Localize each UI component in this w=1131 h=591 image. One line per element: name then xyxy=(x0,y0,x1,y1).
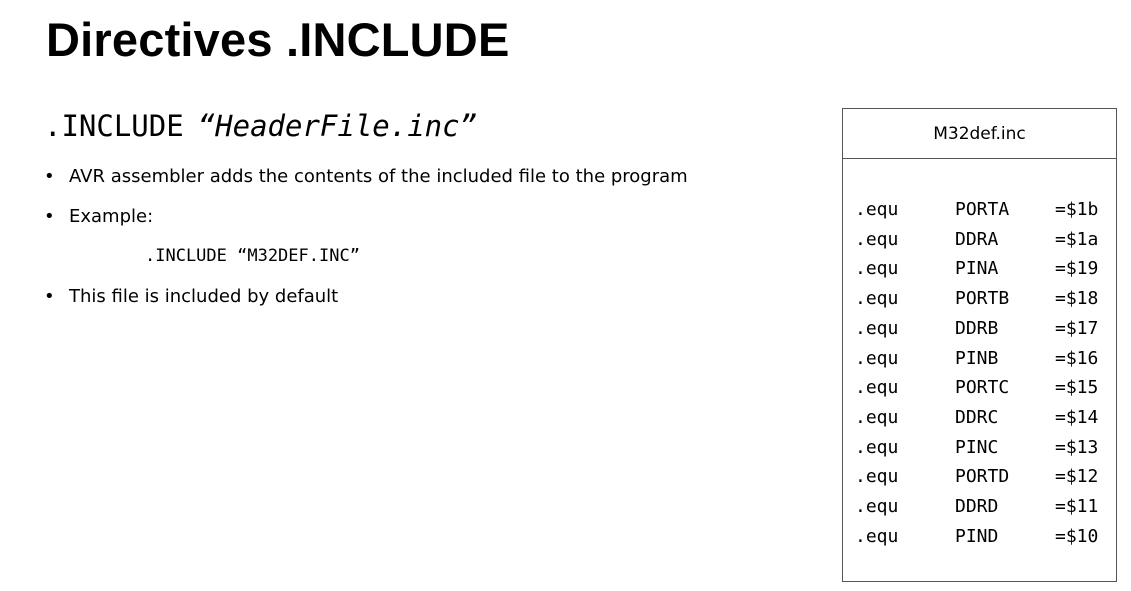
equ-value: =$11 xyxy=(1055,496,1099,518)
include-directive-line: .INCLUDE “HeaderFile.inc” xyxy=(44,106,477,146)
equ-row: .equ PORTB =$18 xyxy=(855,284,1115,314)
equ-value: =$14 xyxy=(1055,406,1099,428)
equ-row: .equ DDRB =$17 xyxy=(855,314,1115,344)
equ-value: =$19 xyxy=(1055,258,1099,280)
equ-value: =$16 xyxy=(1055,347,1099,369)
equ-row: .equ PIND =$10 xyxy=(855,522,1115,552)
equ-value: =$15 xyxy=(1055,377,1099,399)
bullet-included-by-default: This file is included by default xyxy=(44,283,804,310)
equ-register-name: PINA xyxy=(955,258,999,280)
include-filename: “HeaderFile.inc” xyxy=(197,109,478,143)
include-keyword: .INCLUDE xyxy=(44,109,184,143)
equ-row: .equ PORTD =$12 xyxy=(855,462,1115,492)
equ-directive: .equ xyxy=(855,525,899,547)
equ-register-name: DDRC xyxy=(955,406,999,428)
equ-table: .equ PORTA =$1b .equ DDRA =$1a .equ PINA… xyxy=(855,195,1115,551)
equ-row: .equ DDRC =$14 xyxy=(855,403,1115,433)
equ-directive: .equ xyxy=(855,436,899,458)
slide-title: Directives .INCLUDE xyxy=(46,13,510,66)
equ-row: .equ PINA =$19 xyxy=(855,254,1115,284)
header-file-box: M32def.inc .equ PORTA =$1b .equ DDRA =$1… xyxy=(842,108,1117,582)
equ-directive: .equ xyxy=(855,258,899,280)
equ-row: .equ PINC =$13 xyxy=(855,433,1115,463)
equ-directive: .equ xyxy=(855,377,899,399)
equ-register-name: DDRA xyxy=(955,228,999,250)
equ-register-name: PORTC xyxy=(955,377,1010,399)
header-file-title: M32def.inc xyxy=(843,109,1116,159)
equ-value: =$12 xyxy=(1055,466,1099,488)
bullet-list: AVR assembler adds the contents of the i… xyxy=(44,163,804,310)
equ-value: =$10 xyxy=(1055,525,1099,547)
equ-value: =$13 xyxy=(1055,436,1099,458)
equ-directive: .equ xyxy=(855,199,899,220)
equ-row: .equ DDRA =$1a xyxy=(855,225,1115,255)
equ-register-name: DDRB xyxy=(955,317,999,339)
equ-register-name: PORTA xyxy=(955,199,1010,220)
equ-directive: .equ xyxy=(855,466,899,488)
equ-register-name: PINB xyxy=(955,347,999,369)
equ-directive: .equ xyxy=(855,288,899,310)
equ-directive: .equ xyxy=(855,347,899,369)
equ-value: =$1b xyxy=(1055,199,1099,220)
equ-register-name: PIND xyxy=(955,525,999,547)
bullet-example: Example: xyxy=(44,203,804,230)
equ-register-name: DDRD xyxy=(955,496,999,518)
bullet-assembler-adds: AVR assembler adds the contents of the i… xyxy=(44,163,804,190)
equ-register-name: PORTB xyxy=(955,288,1010,310)
equ-directive: .equ xyxy=(855,406,899,428)
example-code: .INCLUDE “M32DEF.INC” xyxy=(145,246,360,266)
equ-row: .equ DDRD =$11 xyxy=(855,492,1115,522)
equ-value: =$17 xyxy=(1055,317,1099,339)
equ-value: =$18 xyxy=(1055,288,1099,310)
equ-directive: .equ xyxy=(855,317,899,339)
equ-row: .equ PORTC =$15 xyxy=(855,373,1115,403)
equ-register-name: PINC xyxy=(955,436,999,458)
equ-register-name: PORTD xyxy=(955,466,1010,488)
equ-row: .equ PORTA =$1b xyxy=(855,195,1115,225)
equ-directive: .equ xyxy=(855,496,899,518)
equ-row: .equ PINB =$16 xyxy=(855,344,1115,374)
equ-directive: .equ xyxy=(855,228,899,250)
equ-value: =$1a xyxy=(1055,228,1099,250)
